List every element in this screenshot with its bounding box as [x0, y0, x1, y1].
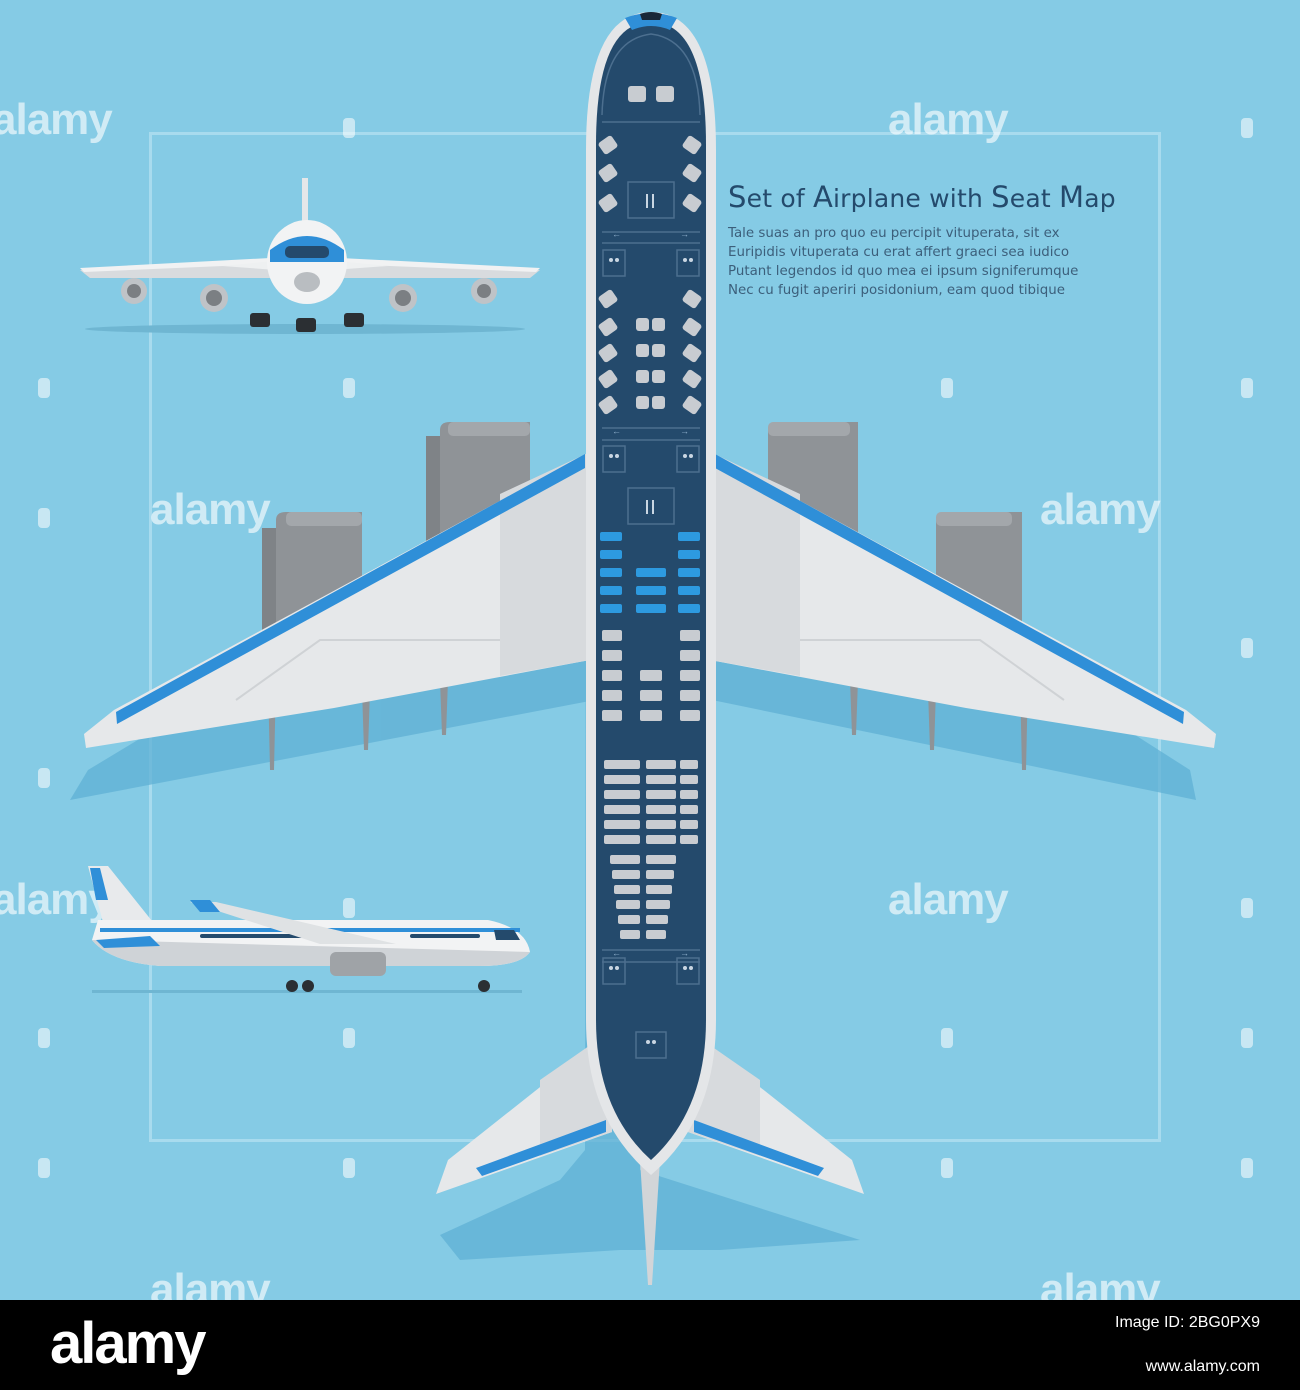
page-title: Set of Airplane with Seat Map [728, 180, 1128, 214]
title-letter: M [1059, 180, 1085, 214]
title-letter: S [991, 180, 1010, 214]
svg-text:←: ← [612, 229, 621, 239]
description-line: Euripidis vituperata cu erat affert grae… [728, 245, 1070, 260]
title-block: Set of Airplane with Seat Map Tale suas … [728, 180, 1128, 300]
title-word: ap [1084, 184, 1116, 213]
stabilizer-right [688, 1030, 864, 1194]
title-word: irplane with [833, 184, 992, 213]
svg-text:→: → [680, 948, 689, 958]
svg-text:←: ← [612, 426, 621, 436]
illustration-canvas: alamy alamy alamy alamy alamy alamy alam… [0, 0, 1300, 1300]
description-line: Putant legendos id quo mea ei ipsum sign… [728, 264, 1079, 279]
stock-footer-bar: alamy Image ID: 2BG0PX9 www.alamy.com [0, 1300, 1300, 1390]
title-word: et of [746, 184, 813, 213]
front-view-airplane [80, 178, 540, 334]
svg-text:→: → [680, 426, 689, 436]
description: Tale suas an pro quo eu percipit vituper… [728, 224, 1128, 300]
svg-text:→: → [680, 229, 689, 239]
site-url: www.alamy.com [1145, 1358, 1260, 1375]
title-letter: A [812, 180, 834, 214]
alamy-logo: alamy [50, 1311, 206, 1376]
image-id: Image ID: 2BG0PX9 [1115, 1314, 1260, 1331]
title-word: eat [1009, 184, 1060, 213]
description-line: Tale suas an pro quo eu percipit vituper… [728, 226, 1060, 241]
title-letter: S [728, 180, 747, 214]
description-line: Nec cu fugit aperiri posidonium, eam quo… [728, 283, 1065, 298]
side-view-airplane [88, 866, 530, 993]
svg-text:←: ← [612, 948, 621, 958]
